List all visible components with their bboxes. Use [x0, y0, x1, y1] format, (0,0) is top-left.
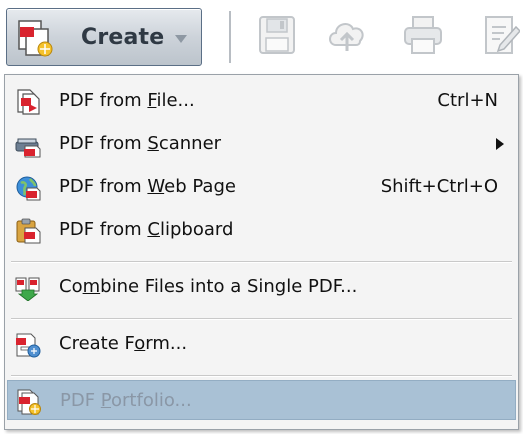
menu-item-pdf-portfolio[interactable]: PDF Portfolio...: [7, 380, 516, 420]
menu-separator: [11, 375, 512, 377]
create-pdf-icon: [18, 20, 53, 57]
create-dropdown-menu: PDF from File... Ctrl+N PDF from Scanner…: [4, 74, 519, 430]
toolbar-separator: [229, 11, 231, 63]
create-button[interactable]: Create: [6, 8, 202, 66]
menu-item-label: PDF Portfolio...: [60, 390, 192, 411]
menu-item-pdf-from-file[interactable]: PDF from File... Ctrl+N: [7, 81, 516, 121]
pdf-from-scanner-icon: [15, 138, 41, 158]
cloud-upload-icon[interactable]: [326, 13, 368, 57]
save-icon[interactable]: [256, 13, 298, 57]
edit-icon[interactable]: [480, 13, 520, 57]
menu-item-label: PDF from Clipboard: [59, 219, 234, 240]
pdf-from-web-icon: [16, 176, 41, 201]
menu-item-combine-files[interactable]: Combine Files into a Single PDF...: [7, 267, 516, 307]
menu-item-pdf-from-clipboard[interactable]: PDF from Clipboard: [7, 210, 516, 250]
shortcut-label: Ctrl+N: [437, 90, 498, 111]
pdf-from-file-icon: [17, 89, 40, 115]
pdf-portfolio-icon: [17, 389, 41, 415]
submenu-arrow-icon: [496, 138, 504, 150]
menu-separator: [11, 318, 512, 320]
combine-files-icon: [15, 277, 40, 301]
menu-item-label: Create Form...: [59, 333, 188, 354]
menu-item-label: PDF from File...: [59, 90, 195, 111]
menu-item-create-form[interactable]: Create Form...: [7, 324, 516, 364]
menu-item-label: PDF from Web Page: [59, 176, 236, 197]
toolbar: Create: [0, 0, 523, 74]
create-button-label: Create: [81, 25, 165, 50]
print-icon[interactable]: [402, 13, 444, 57]
shortcut-label: Shift+Ctrl+O: [380, 176, 498, 197]
menu-item-pdf-from-web-page[interactable]: PDF from Web Page Shift+Ctrl+O: [7, 167, 516, 207]
pdf-from-clipboard-icon: [16, 218, 41, 244]
chevron-down-icon: [175, 35, 187, 43]
menu-item-label: PDF from Scanner: [59, 133, 222, 154]
menu-item-pdf-from-scanner[interactable]: PDF from Scanner: [7, 124, 516, 164]
create-form-icon: [16, 333, 41, 358]
menu-separator: [11, 261, 512, 263]
menu-item-label: Combine Files into a Single PDF...: [59, 276, 358, 297]
